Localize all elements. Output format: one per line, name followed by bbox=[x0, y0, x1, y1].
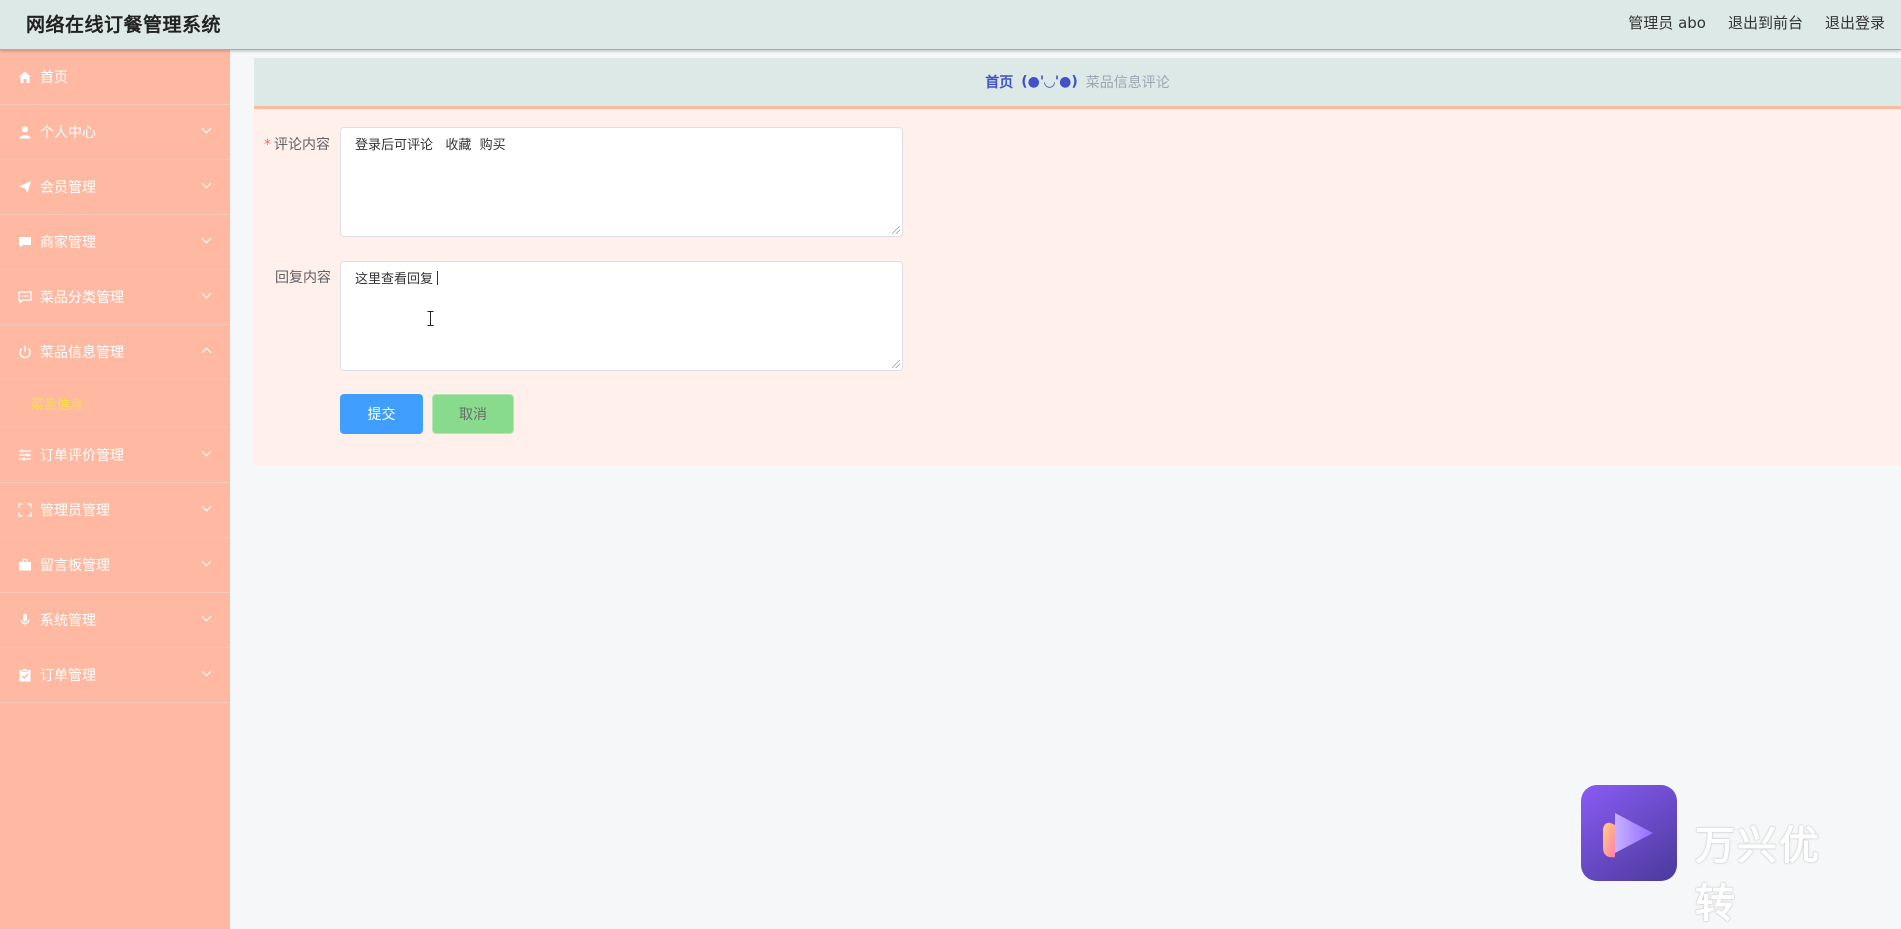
sidebar-item-label: 菜品分类管理 bbox=[40, 290, 124, 306]
breadcrumb: 首页 (●'◡'●) 菜品信息评论 bbox=[254, 58, 1901, 109]
sidebar-item-merchant-management[interactable]: 商家管理 bbox=[0, 215, 230, 270]
sidebar-item-label: 菜品信息管理 bbox=[40, 345, 124, 361]
submit-button[interactable]: 提交 bbox=[340, 394, 423, 434]
chevron-down-icon bbox=[201, 446, 212, 457]
sidebar-item-label: 会员管理 bbox=[40, 180, 96, 196]
comment-label-text: 评论内容 bbox=[274, 137, 330, 153]
text-caret bbox=[437, 271, 439, 285]
resize-handle-icon[interactable] bbox=[892, 360, 900, 368]
sidebar-item-system-management[interactable]: 系统管理 bbox=[0, 593, 230, 648]
ibeam-cursor-icon bbox=[427, 311, 434, 326]
microphone-icon bbox=[17, 612, 33, 628]
fullscreen-icon bbox=[17, 502, 33, 518]
sidebar-item-label: 个人中心 bbox=[40, 125, 96, 141]
chevron-up-icon bbox=[201, 347, 212, 358]
chevron-down-icon bbox=[201, 178, 212, 189]
sidebar-subitem-dish-info[interactable]: 菜品信息 bbox=[0, 380, 230, 428]
sidebar-item-home[interactable]: 首页 bbox=[0, 50, 230, 105]
watermark-text: 万兴优转 bbox=[1695, 823, 1821, 927]
sidebar-item-order-management[interactable]: 订单管理 bbox=[0, 648, 230, 703]
sidebar-item-label: 管理员管理 bbox=[40, 503, 110, 519]
resize-handle-icon[interactable] bbox=[892, 226, 900, 234]
sidebar-item-label: 留言板管理 bbox=[40, 558, 110, 574]
chevron-down-icon bbox=[201, 611, 212, 622]
header-links: 管理员 abo 退出到前台 退出登录 bbox=[1628, 12, 1885, 33]
chevron-down-icon bbox=[201, 666, 212, 677]
exit-to-frontend-link[interactable]: 退出到前台 bbox=[1728, 12, 1803, 33]
breadcrumb-current: 菜品信息评论 bbox=[1085, 75, 1170, 91]
watermark: 万兴优转 bbox=[1581, 785, 1861, 927]
app-title: 网络在线订餐管理系统 bbox=[26, 14, 222, 36]
chevron-down-icon bbox=[201, 501, 212, 512]
chat-bubble-icon bbox=[17, 234, 33, 250]
wondershare-logo-icon bbox=[1581, 785, 1677, 881]
top-header: 网络在线订餐管理系统 管理员 abo 退出到前台 退出登录 bbox=[0, 0, 1901, 50]
power-icon bbox=[17, 344, 33, 360]
chevron-down-icon bbox=[201, 123, 212, 134]
comment-textarea[interactable]: 登录后可评论 收藏 购买 bbox=[340, 127, 903, 237]
chevron-down-icon bbox=[201, 288, 212, 299]
required-marker: * bbox=[264, 137, 271, 153]
reply-label: 回复内容 bbox=[275, 270, 331, 286]
chevron-down-icon bbox=[201, 556, 212, 567]
sidebar-item-label: 订单管理 bbox=[40, 668, 96, 684]
sidebar-item-admin-management[interactable]: 管理员管理 bbox=[0, 483, 230, 538]
reply-textarea[interactable]: 这里查看回复 bbox=[340, 261, 903, 371]
sidebar-item-label: 系统管理 bbox=[40, 613, 96, 629]
briefcase-icon bbox=[17, 557, 33, 573]
sidebar-item-personal-center[interactable]: 个人中心 bbox=[0, 105, 230, 160]
user-icon bbox=[17, 124, 33, 140]
comment-label: * 评论内容 bbox=[264, 134, 330, 154]
chevron-down-icon bbox=[201, 233, 212, 244]
sidebar: 首页 个人中心 会员管理 商家管理 菜品分类管理 菜品信息管理 菜品信息 订单评… bbox=[0, 50, 230, 929]
cancel-button[interactable]: 取消 bbox=[432, 394, 514, 434]
reply-textarea-value: 这里查看回复 bbox=[355, 272, 434, 287]
sidebar-item-label: 订单评价管理 bbox=[40, 448, 124, 464]
breadcrumb-separator: (●'◡'●) bbox=[1021, 74, 1078, 90]
sidebar-item-message-board-management[interactable]: 留言板管理 bbox=[0, 538, 230, 593]
sidebar-item-label: 商家管理 bbox=[40, 235, 96, 251]
admin-user-link[interactable]: 管理员 abo bbox=[1628, 12, 1706, 33]
comment-textarea-value: 登录后可评论 收藏 购买 bbox=[355, 138, 506, 153]
sidebar-item-member-management[interactable]: 会员管理 bbox=[0, 160, 230, 215]
sidebar-item-dish-category-management[interactable]: 菜品分类管理 bbox=[0, 270, 230, 325]
chat-dots-icon bbox=[17, 289, 33, 305]
clipboard-check-icon bbox=[17, 667, 33, 683]
sidebar-item-label: 首页 bbox=[40, 70, 68, 86]
sidebar-item-dish-info-management[interactable]: 菜品信息管理 bbox=[0, 325, 230, 380]
home-icon bbox=[17, 69, 33, 85]
sidebar-item-order-review-management[interactable]: 订单评价管理 bbox=[0, 428, 230, 483]
logout-link[interactable]: 退出登录 bbox=[1825, 12, 1885, 33]
breadcrumb-home-link[interactable]: 首页 bbox=[985, 72, 1013, 92]
sliders-icon bbox=[17, 447, 33, 463]
paper-plane-icon bbox=[17, 179, 33, 195]
